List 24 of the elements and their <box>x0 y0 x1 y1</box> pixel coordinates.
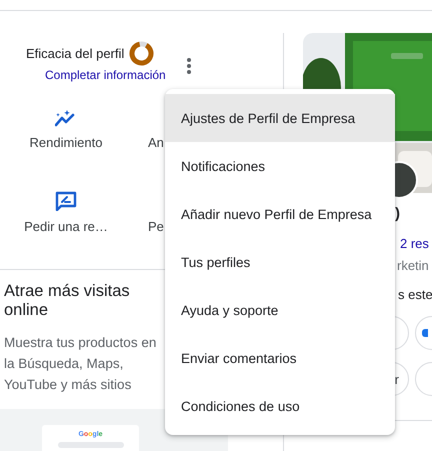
business-name: ) <box>395 205 401 222</box>
menu-item[interactable]: Ajustes de Perfil de Empresa <box>165 94 395 142</box>
action-label[interactable]: An <box>148 135 164 150</box>
trend-sparkle-icon[interactable] <box>55 109 77 127</box>
progress-ring <box>129 41 154 66</box>
menu-item[interactable]: Condiciones de uso <box>165 382 395 430</box>
menu-item[interactable]: Añadir nuevo Perfil de Empresa <box>165 190 395 238</box>
action-label[interactable]: Pe <box>148 219 164 234</box>
promo-title: Atrae más visitas online <box>4 282 131 320</box>
button-icon <box>422 329 428 337</box>
promo-description: Muestra tus productos en la Búsqueda, Maps, YouTube y más sitios <box>4 334 158 394</box>
complete-info-link[interactable]: Completar información <box>45 68 166 82</box>
review-request-icon[interactable] <box>55 191 77 211</box>
more-menu-icon[interactable] <box>187 58 191 74</box>
menu-item[interactable]: Enviar comentarios <box>165 334 395 382</box>
profile-strength-label: Eficacia del perfil <box>26 46 124 61</box>
menu-item[interactable]: Notificaciones <box>165 142 395 190</box>
action-label[interactable]: Pedir una re… <box>24 219 108 234</box>
prompt-text: s este <box>398 287 432 302</box>
reviews-link[interactable]: 2 res <box>400 236 429 251</box>
business-category: rketin <box>397 258 430 273</box>
action-label[interactable]: Rendimiento <box>30 135 102 150</box>
menu-item[interactable]: Tus perfiles <box>165 238 395 286</box>
menu-item[interactable]: Ayuda y soporte <box>165 286 395 334</box>
